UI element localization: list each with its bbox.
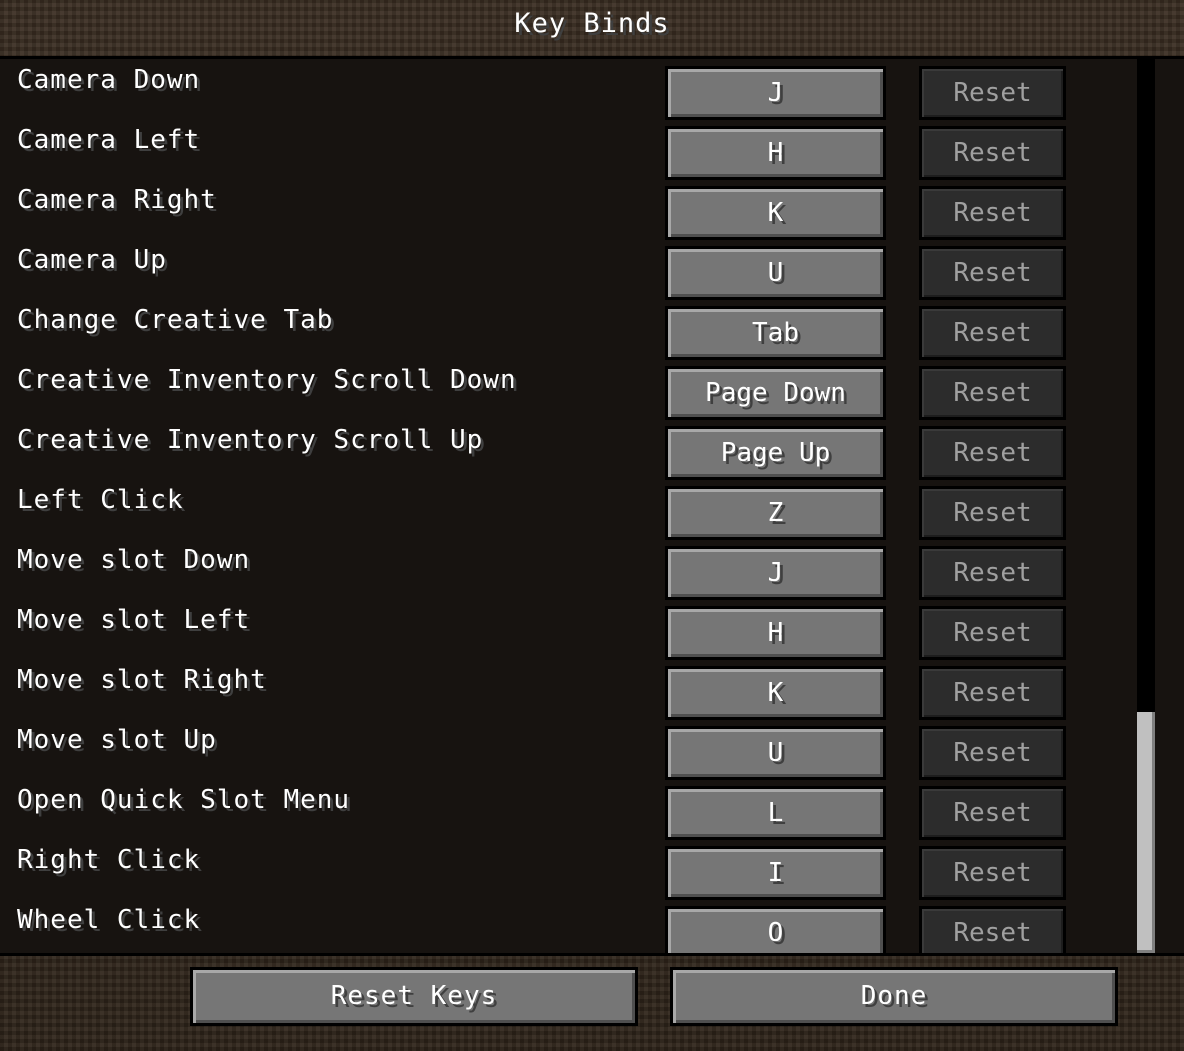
reset-button[interactable]: Reset <box>919 306 1066 360</box>
key-binds-screen: Key Binds Camera Down J Reset Camera Left H R… <box>0 0 1184 1051</box>
key-button[interactable]: H <box>665 126 886 180</box>
key-bind-row: Camera Up U Reset <box>0 241 1140 301</box>
key-bind-row: Move slot Down J Reset <box>0 541 1140 601</box>
action-label: Move slot Left <box>17 605 251 635</box>
action-label: Creative Inventory Scroll Up <box>17 425 484 455</box>
key-button[interactable]: K <box>665 666 886 720</box>
key-button[interactable]: H <box>665 606 886 660</box>
action-label: Camera Up <box>17 245 167 275</box>
key-button[interactable]: Page Up <box>665 426 886 480</box>
action-label: Change Creative Tab <box>17 305 334 335</box>
key-button[interactable]: L <box>665 786 886 840</box>
key-button[interactable]: U <box>665 726 886 780</box>
key-bind-row: Creative Inventory Scroll Down Page Down R… <box>0 361 1140 421</box>
action-label: Right Click <box>17 845 201 875</box>
key-bind-row: Move slot Up U Reset <box>0 721 1140 781</box>
key-button[interactable]: J <box>665 546 886 600</box>
reset-button[interactable]: Reset <box>919 486 1066 540</box>
key-button[interactable]: I <box>665 846 886 900</box>
key-bind-row: Wheel Click O Reset <box>0 901 1140 953</box>
reset-button[interactable]: Reset <box>919 606 1066 660</box>
reset-button[interactable]: Reset <box>919 366 1066 420</box>
reset-button[interactable]: Reset <box>919 66 1066 120</box>
action-label: Wheel Click <box>17 905 201 935</box>
reset-button[interactable]: Reset <box>919 426 1066 480</box>
reset-button[interactable]: Reset <box>919 726 1066 780</box>
key-button[interactable]: J <box>665 66 886 120</box>
key-button[interactable]: U <box>665 246 886 300</box>
key-bind-row: Camera Right K Reset <box>0 181 1140 241</box>
reset-button[interactable]: Reset <box>919 126 1066 180</box>
action-label: Move slot Down <box>17 545 251 575</box>
action-label: Camera Down <box>17 65 201 95</box>
page-title: Key Binds <box>514 8 670 39</box>
key-bind-row: Camera Down J Reset <box>0 61 1140 121</box>
key-bind-row: Change Creative Tab Tab Reset <box>0 301 1140 361</box>
key-bind-list[interactable]: Camera Down J Reset Camera Left H Reset Camera… <box>0 56 1184 956</box>
key-button[interactable]: Z <box>665 486 886 540</box>
reset-button[interactable]: Reset <box>919 666 1066 720</box>
key-bind-row: Camera Left H Reset <box>0 121 1140 181</box>
reset-button[interactable]: Reset <box>919 246 1066 300</box>
reset-keys-button[interactable]: Reset Keys <box>190 967 638 1026</box>
reset-button[interactable]: Reset <box>919 846 1066 900</box>
key-bind-row: Right Click I Reset <box>0 841 1140 901</box>
reset-button[interactable]: Reset <box>919 906 1066 953</box>
scrollbar-thumb[interactable] <box>1137 712 1155 953</box>
key-button[interactable]: K <box>665 186 886 240</box>
key-button[interactable]: O <box>665 906 886 953</box>
action-label: Move slot Right <box>17 665 267 695</box>
action-label: Move slot Up <box>17 725 217 755</box>
key-bind-row: Left Click Z Reset <box>0 481 1140 541</box>
reset-button[interactable]: Reset <box>919 186 1066 240</box>
action-label: Creative Inventory Scroll Down <box>17 365 517 395</box>
action-label: Camera Right <box>17 185 217 215</box>
key-bind-row: Open Quick Slot Menu L Reset <box>0 781 1140 841</box>
key-button[interactable]: Tab <box>665 306 886 360</box>
key-button[interactable]: Page Down <box>665 366 886 420</box>
reset-button[interactable]: Reset <box>919 786 1066 840</box>
reset-button[interactable]: Reset <box>919 546 1066 600</box>
key-bind-row: Creative Inventory Scroll Up Page Up Reset <box>0 421 1140 481</box>
done-button[interactable]: Done <box>670 967 1118 1026</box>
action-label: Open Quick Slot Menu <box>17 785 351 815</box>
key-bind-row: Move slot Left H Reset <box>0 601 1140 661</box>
key-bind-row: Move slot Right K Reset <box>0 661 1140 721</box>
action-label: Left Click <box>17 485 184 515</box>
action-label: Camera Left <box>17 125 201 155</box>
